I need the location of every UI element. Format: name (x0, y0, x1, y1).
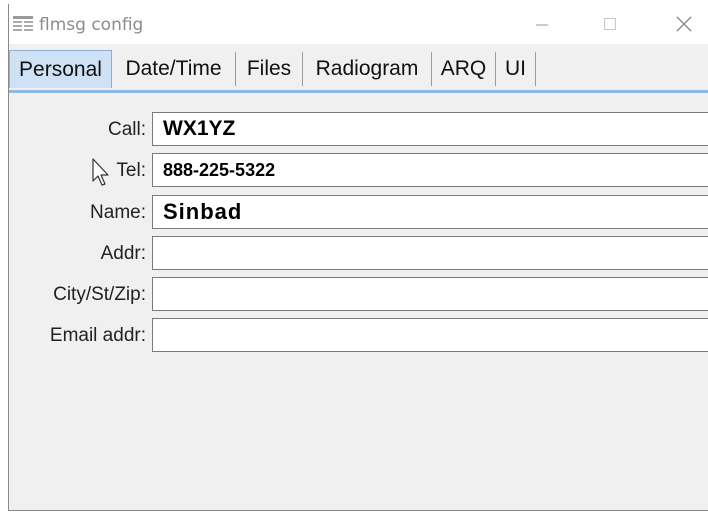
mouse-pointer-icon (92, 158, 109, 186)
call-row: Call: (9, 112, 708, 148)
tel-label: Tel: (116, 160, 146, 181)
email-row: Email addr: (9, 318, 708, 354)
call-input[interactable] (152, 112, 708, 146)
name-label: Name: (90, 202, 146, 223)
tel-input[interactable] (152, 153, 708, 187)
tab-bar: Personal Date/Time Files Radiogram ARQ U… (9, 50, 708, 90)
email-input[interactable] (152, 318, 708, 352)
tel-row: Tel: (9, 153, 708, 189)
addr-input[interactable] (152, 236, 708, 270)
email-label: Email addr: (49, 325, 146, 346)
window-title: flmsg config (39, 15, 144, 35)
name-row: Name: (9, 195, 708, 231)
maximize-icon (604, 18, 616, 30)
tab-arq[interactable]: ARQ (432, 52, 496, 86)
flmsg-config-window: flmsg config Personal Date/Time Files Ra… (8, 4, 708, 511)
tab-date-time[interactable]: Date/Time (112, 52, 236, 86)
addr-row: Addr: (9, 236, 708, 272)
tab-files[interactable]: Files (236, 52, 303, 86)
close-button[interactable] (661, 4, 707, 44)
city-st-zip-row: City/St/Zip: (9, 277, 708, 313)
call-label: Call: (107, 119, 146, 140)
minimize-icon (536, 24, 548, 26)
maximize-button[interactable] (587, 4, 633, 44)
city-st-zip-input[interactable] (152, 277, 708, 311)
tab-radiogram[interactable]: Radiogram (303, 52, 432, 86)
tab-personal[interactable]: Personal (9, 50, 112, 88)
name-input[interactable] (152, 195, 708, 229)
city-st-zip-label: City/St/Zip: (53, 284, 146, 305)
flmsg-app-icon (13, 16, 33, 34)
title-bar[interactable]: flmsg config (9, 4, 708, 44)
close-icon (676, 16, 692, 32)
tab-underline (9, 90, 708, 93)
tab-ui[interactable]: UI (496, 52, 536, 86)
minimize-button[interactable] (519, 4, 565, 44)
addr-label: Addr: (100, 243, 146, 264)
